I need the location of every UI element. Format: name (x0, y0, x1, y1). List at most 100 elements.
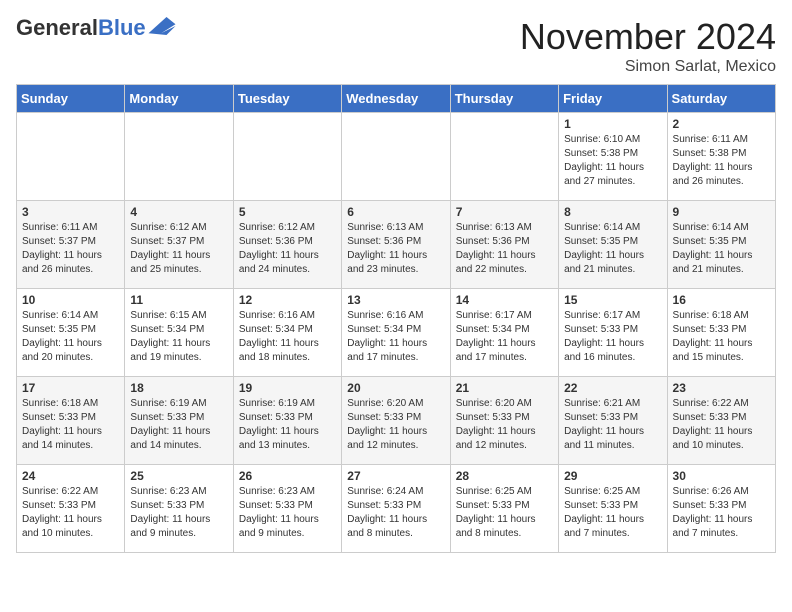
calendar-cell: 16Sunrise: 6:18 AMSunset: 5:33 PMDayligh… (667, 289, 775, 377)
day-number: 19 (239, 381, 336, 395)
day-info: Sunrise: 6:22 AMSunset: 5:33 PMDaylight:… (673, 397, 770, 453)
calendar-cell: 28 Sunrise: 6:25 AMSunset: 5:33 PMDayligh… (450, 465, 558, 553)
calendar-cell: 21 Sunrise: 6:20 AMSunset: 5:33 PMDayligh… (450, 377, 558, 465)
calendar-cell: 27Sunrise: 6:24 AMSunset: 5:33 PMDayligh… (342, 465, 450, 553)
day-number: 26 (239, 469, 336, 483)
page-header: GeneralBlue November 2024 Simon Sarlat, … (16, 16, 776, 76)
day-number: 8 (564, 205, 661, 219)
day-number: 10 (22, 293, 119, 307)
day-info: Sunrise: 6:11 AMSunset: 5:38 PMDaylight:… (673, 133, 770, 189)
day-number: 3 (22, 205, 119, 219)
calendar-table: Sunday Monday Tuesday Wednesday Thursday… (16, 84, 776, 553)
calendar-cell: 15 Sunrise: 6:17 AMSunset: 5:33 PMDayligh… (559, 289, 667, 377)
calendar-row: 1 Sunrise: 6:10 AMSunset: 5:38 PMDaylight… (17, 113, 776, 201)
calendar-body: 1 Sunrise: 6:10 AMSunset: 5:38 PMDaylight… (17, 113, 776, 553)
calendar-cell: 18 Sunrise: 6:19 AMSunset: 5:33 PMDayligh… (125, 377, 233, 465)
day-number: 21 (456, 381, 553, 395)
day-info: Sunrise: 6:21 AMSunset: 5:33 PMDaylight:… (564, 397, 661, 453)
calendar-cell: 24Sunrise: 6:22 AMSunset: 5:33 PMDayligh… (17, 465, 125, 553)
col-tuesday: Tuesday (233, 85, 341, 113)
day-number: 17 (22, 381, 119, 395)
day-number: 9 (673, 205, 770, 219)
day-number: 23 (673, 381, 770, 395)
day-info: Sunrise: 6:13 AMSunset: 5:36 PMDaylight:… (347, 221, 444, 277)
day-info: Sunrise: 6:18 AMSunset: 5:33 PMDaylight:… (673, 309, 770, 365)
day-number: 28 (456, 469, 553, 483)
day-number: 22 (564, 381, 661, 395)
day-info: Sunrise: 6:14 AMSunset: 5:35 PMDaylight:… (564, 221, 661, 277)
calendar-cell: 29 Sunrise: 6:25 AMSunset: 5:33 PMDayligh… (559, 465, 667, 553)
day-number: 12 (239, 293, 336, 307)
day-info: Sunrise: 6:17 AMSunset: 5:34 PMDaylight:… (456, 309, 553, 365)
day-info: Sunrise: 6:12 AMSunset: 5:36 PMDaylight:… (239, 221, 336, 277)
day-number: 15 (564, 293, 661, 307)
day-number: 2 (673, 117, 770, 131)
day-info: Sunrise: 6:18 AMSunset: 5:33 PMDaylight:… (22, 397, 119, 453)
day-number: 25 (130, 469, 227, 483)
day-info: Sunrise: 6:19 AMSunset: 5:33 PMDaylight:… (130, 397, 227, 453)
calendar-cell: 2 Sunrise: 6:11 AMSunset: 5:38 PMDaylight… (667, 113, 775, 201)
day-number: 30 (673, 469, 770, 483)
calendar-cell: 30 Sunrise: 6:26 AMSunset: 5:33 PMDayligh… (667, 465, 775, 553)
calendar-cell: 3 Sunrise: 6:11 AMSunset: 5:37 PMDaylight… (17, 201, 125, 289)
day-info: Sunrise: 6:25 AMSunset: 5:33 PMDaylight:… (564, 485, 661, 541)
day-info: Sunrise: 6:13 AMSunset: 5:36 PMDaylight:… (456, 221, 553, 277)
col-monday: Monday (125, 85, 233, 113)
day-info: Sunrise: 6:23 AMSunset: 5:33 PMDaylight:… (130, 485, 227, 541)
day-info: Sunrise: 6:23 AMSunset: 5:33 PMDaylight:… (239, 485, 336, 541)
calendar-cell: 5Sunrise: 6:12 AMSunset: 5:36 PMDaylight… (233, 201, 341, 289)
logo: GeneralBlue (16, 16, 176, 40)
day-info: Sunrise: 6:19 AMSunset: 5:33 PMDaylight:… (239, 397, 336, 453)
calendar-cell (17, 113, 125, 201)
calendar-cell: 20 Sunrise: 6:20 AMSunset: 5:33 PMDayligh… (342, 377, 450, 465)
day-number: 11 (130, 293, 227, 307)
day-info: Sunrise: 6:16 AMSunset: 5:34 PMDaylight:… (347, 309, 444, 365)
day-info: Sunrise: 6:10 AMSunset: 5:38 PMDaylight:… (564, 133, 661, 189)
calendar-cell: 25 Sunrise: 6:23 AMSunset: 5:33 PMDayligh… (125, 465, 233, 553)
calendar-cell: 10 Sunrise: 6:14 AMSunset: 5:35 PMDayligh… (17, 289, 125, 377)
day-info: Sunrise: 6:17 AMSunset: 5:33 PMDaylight:… (564, 309, 661, 365)
month-title: November 2024 (520, 16, 776, 58)
day-info: Sunrise: 6:14 AMSunset: 5:35 PMDaylight:… (22, 309, 119, 365)
calendar-cell (342, 113, 450, 201)
day-number: 6 (347, 205, 444, 219)
calendar-cell: 8 Sunrise: 6:14 AMSunset: 5:35 PMDaylight… (559, 201, 667, 289)
col-friday: Friday (559, 85, 667, 113)
day-number: 13 (347, 293, 444, 307)
calendar-cell: 1 Sunrise: 6:10 AMSunset: 5:38 PMDaylight… (559, 113, 667, 201)
calendar-cell: 17 Sunrise: 6:18 AMSunset: 5:33 PMDayligh… (17, 377, 125, 465)
day-number: 18 (130, 381, 227, 395)
calendar-cell: 19 Sunrise: 6:19 AMSunset: 5:33 PMDayligh… (233, 377, 341, 465)
title-area: November 2024 Simon Sarlat, Mexico (520, 16, 776, 76)
day-info: Sunrise: 6:20 AMSunset: 5:33 PMDaylight:… (347, 397, 444, 453)
calendar-cell (233, 113, 341, 201)
day-number: 7 (456, 205, 553, 219)
calendar-cell: 12 Sunrise: 6:16 AMSunset: 5:34 PMDayligh… (233, 289, 341, 377)
calendar-cell: 6 Sunrise: 6:13 AMSunset: 5:36 PMDaylight… (342, 201, 450, 289)
col-thursday: Thursday (450, 85, 558, 113)
day-number: 24 (22, 469, 119, 483)
day-info: Sunrise: 6:12 AMSunset: 5:37 PMDaylight:… (130, 221, 227, 277)
col-wednesday: Wednesday (342, 85, 450, 113)
day-number: 20 (347, 381, 444, 395)
day-number: 29 (564, 469, 661, 483)
calendar-cell: 13 Sunrise: 6:16 AMSunset: 5:34 PMDayligh… (342, 289, 450, 377)
location-subtitle: Simon Sarlat, Mexico (520, 58, 776, 76)
calendar-row: 17 Sunrise: 6:18 AMSunset: 5:33 PMDayligh… (17, 377, 776, 465)
logo-icon (148, 17, 176, 35)
calendar-header: Sunday Monday Tuesday Wednesday Thursday… (17, 85, 776, 113)
day-info: Sunrise: 6:11 AMSunset: 5:37 PMDaylight:… (22, 221, 119, 277)
calendar-cell (450, 113, 558, 201)
day-info: Sunrise: 6:15 AMSunset: 5:34 PMDaylight:… (130, 309, 227, 365)
calendar-row: 24Sunrise: 6:22 AMSunset: 5:33 PMDayligh… (17, 465, 776, 553)
calendar-cell: 4 Sunrise: 6:12 AMSunset: 5:37 PMDaylight… (125, 201, 233, 289)
day-info: Sunrise: 6:26 AMSunset: 5:33 PMDaylight:… (673, 485, 770, 541)
day-info: Sunrise: 6:25 AMSunset: 5:33 PMDaylight:… (456, 485, 553, 541)
day-number: 4 (130, 205, 227, 219)
calendar-cell: 22 Sunrise: 6:21 AMSunset: 5:33 PMDayligh… (559, 377, 667, 465)
day-number: 1 (564, 117, 661, 131)
calendar-row: 10 Sunrise: 6:14 AMSunset: 5:35 PMDayligh… (17, 289, 776, 377)
col-sunday: Sunday (17, 85, 125, 113)
day-info: Sunrise: 6:16 AMSunset: 5:34 PMDaylight:… (239, 309, 336, 365)
day-info: Sunrise: 6:20 AMSunset: 5:33 PMDaylight:… (456, 397, 553, 453)
